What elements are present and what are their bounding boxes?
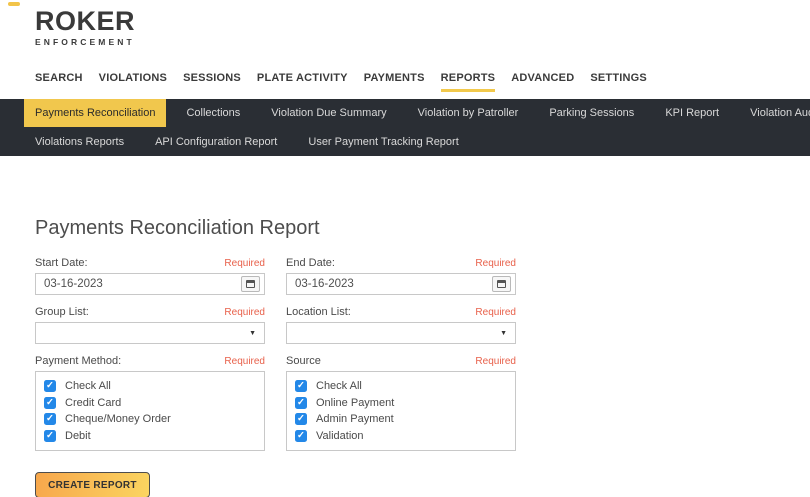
end-date-value: 03-16-2023 [295, 278, 354, 290]
subtab-kpi-report[interactable]: KPI Report [654, 99, 730, 127]
payment-method-required-badge: Required [224, 356, 265, 367]
nav-item-violations[interactable]: VIOLATIONS [99, 72, 167, 92]
nav-item-reports[interactable]: REPORTS [440, 72, 496, 92]
chevron-down-icon: ▼ [249, 329, 256, 337]
payment-method-label: Payment Method: [35, 355, 122, 367]
payment-method-debit[interactable]: Debit [44, 429, 256, 442]
payment-method-options: Check All Credit Card Cheque/Money Order… [35, 371, 265, 451]
reports-subnav: Payments Reconciliation Collections Viol… [0, 99, 810, 156]
calendar-glyph-icon [497, 280, 506, 288]
payment-method-field: Payment Method: Required Check All Credi… [35, 355, 265, 451]
calendar-glyph-icon [246, 280, 255, 288]
group-list-field: Group List: Required ▼ [35, 306, 265, 344]
end-date-input[interactable]: 03-16-2023 [286, 273, 516, 295]
nav-item-plate-activity[interactable]: PLATE ACTIVITY [257, 72, 348, 92]
source-required-badge: Required [475, 356, 516, 367]
subtab-collections[interactable]: Collections [175, 99, 251, 127]
start-date-input[interactable]: 03-16-2023 [35, 273, 265, 295]
group-list-label-row: Group List: Required [35, 306, 265, 318]
nav-item-payments[interactable]: PAYMENTS [364, 72, 425, 92]
end-date-label-row: End Date: Required [286, 257, 516, 269]
checkbox-checked-icon[interactable] [44, 396, 56, 409]
payment-method-cheque-money-order[interactable]: Cheque/Money Order [44, 413, 256, 426]
location-list-select[interactable]: ▼ [286, 322, 516, 344]
subnav-row-1: Payments Reconciliation Collections Viol… [24, 99, 810, 127]
end-date-label: End Date: [286, 257, 335, 269]
brand-name: ROKER [35, 6, 136, 36]
checkbox-checked-icon[interactable] [44, 380, 56, 393]
subtab-violation-by-patroller[interactable]: Violation by Patroller [407, 99, 530, 127]
checkbox-checked-icon[interactable] [44, 413, 56, 426]
brand-subtitle: ENFORCEMENT [35, 37, 135, 47]
calendar-icon[interactable] [241, 276, 260, 292]
source-check-all[interactable]: Check All [295, 380, 507, 393]
end-date-required-badge: Required [475, 258, 516, 269]
nav-item-search[interactable]: SEARCH [35, 72, 83, 92]
nav-item-sessions[interactable]: SESSIONS [183, 72, 241, 92]
group-list-required-badge: Required [224, 307, 265, 318]
subtab-api-configuration-report[interactable]: API Configuration Report [144, 127, 288, 156]
start-date-label-row: Start Date: Required [35, 257, 265, 269]
subtab-violations-reports[interactable]: Violations Reports [24, 127, 135, 156]
payment-method-check-all[interactable]: Check All [44, 380, 256, 393]
checkbox-checked-icon[interactable] [295, 429, 307, 442]
group-list-label: Group List: [35, 306, 89, 318]
brand-logo[interactable]: ROKER ENFORCEMENT [8, 2, 136, 47]
nav-item-advanced[interactable]: ADVANCED [511, 72, 574, 92]
end-date-field: End Date: Required 03-16-2023 [286, 257, 516, 295]
subtab-violation-due-summary[interactable]: Violation Due Summary [260, 99, 397, 127]
source-online-payment[interactable]: Online Payment [295, 396, 507, 409]
subtab-user-payment-tracking-report[interactable]: User Payment Tracking Report [297, 127, 469, 156]
main-nav: SEARCH VIOLATIONS SESSIONS PLATE ACTIVIT… [35, 72, 810, 92]
source-label-row: Source Required [286, 355, 516, 367]
subnav-row-2: Violations Reports API Configuration Rep… [24, 127, 810, 156]
chevron-down-icon: ▼ [500, 329, 507, 337]
payment-method-label-row: Payment Method: Required [35, 355, 265, 367]
location-list-label-row: Location List: Required [286, 306, 516, 318]
start-date-label: Start Date: [35, 257, 88, 269]
payment-method-credit-card[interactable]: Credit Card [44, 396, 256, 409]
report-form-page: Payments Reconciliation Report Start Dat… [0, 217, 810, 497]
page-title: Payments Reconciliation Report [35, 217, 320, 239]
checkbox-checked-icon[interactable] [44, 429, 56, 442]
report-form: Start Date: Required 03-16-2023 End Date… [35, 257, 810, 451]
source-label: Source [286, 355, 321, 367]
subtab-parking-sessions[interactable]: Parking Sessions [538, 99, 645, 127]
location-list-required-badge: Required [475, 307, 516, 318]
start-date-required-badge: Required [224, 258, 265, 269]
source-admin-payment[interactable]: Admin Payment [295, 413, 507, 426]
start-date-field: Start Date: Required 03-16-2023 [35, 257, 265, 295]
subtab-violation-audit-history[interactable]: Violation Audit History [739, 99, 810, 127]
create-report-button[interactable]: CREATE REPORT [35, 472, 150, 497]
checkbox-checked-icon[interactable] [295, 396, 307, 409]
source-options: Check All Online Payment Admin Payment V… [286, 371, 516, 451]
checkbox-checked-icon[interactable] [295, 380, 307, 393]
source-validation[interactable]: Validation [295, 429, 507, 442]
calendar-icon[interactable] [492, 276, 511, 292]
subtab-payments-reconciliation[interactable]: Payments Reconciliation [24, 99, 167, 127]
location-list-field: Location List: Required ▼ [286, 306, 516, 344]
checkbox-checked-icon[interactable] [295, 413, 307, 426]
start-date-value: 03-16-2023 [44, 278, 103, 290]
location-list-label: Location List: [286, 306, 351, 318]
source-field: Source Required Check All Online Payment… [286, 355, 516, 451]
nav-item-settings[interactable]: SETTINGS [590, 72, 647, 92]
group-list-select[interactable]: ▼ [35, 322, 265, 344]
logo-accent-dash-icon [8, 2, 20, 6]
